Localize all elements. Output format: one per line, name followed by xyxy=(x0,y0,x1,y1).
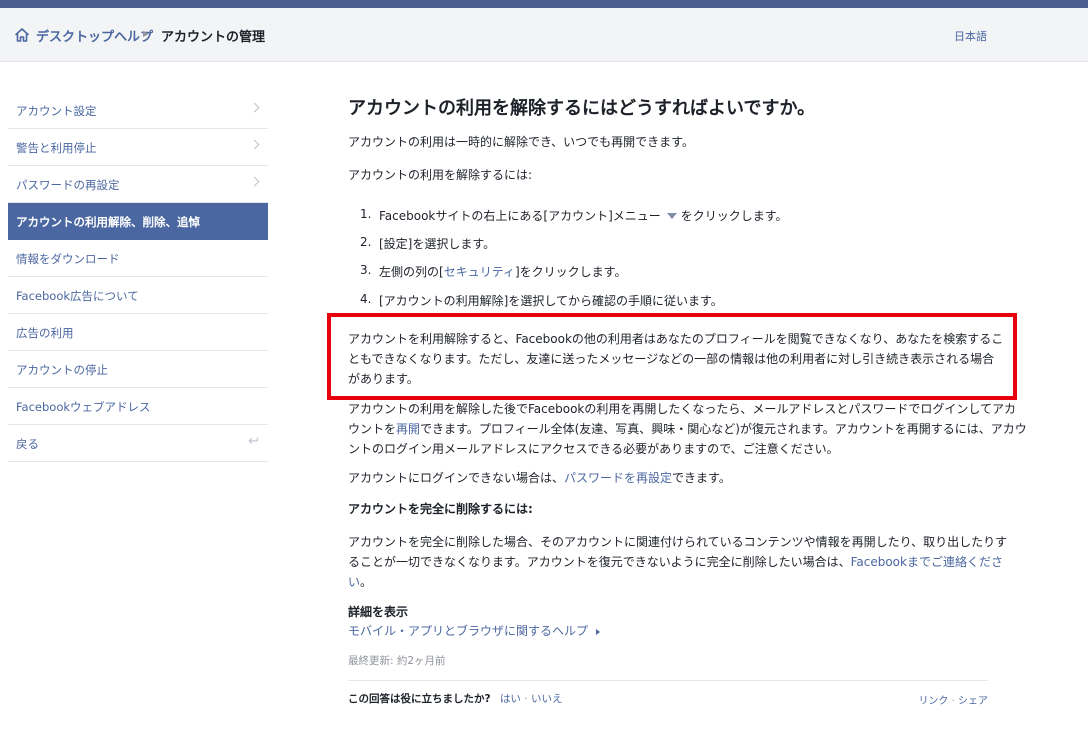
feedback-question: この回答は役に立ちましたか? xyxy=(348,693,491,705)
separator: · xyxy=(951,696,955,707)
share-row: リンク · シェア xyxy=(918,692,988,707)
dropdown-caret-icon xyxy=(666,213,677,219)
chevron-right-icon xyxy=(249,102,260,113)
paragraph-line: ントのログイン用メールアドレスにアクセスできる必要がありますので、ご注意ください… xyxy=(348,442,839,456)
paragraph-text: ることが一切できなくなります。アカウントを復元できないように完全に削除したい場合… xyxy=(348,555,851,569)
highlight-box xyxy=(327,313,1017,400)
paragraph-line: アカウントを完全に削除した場合、そのアカウントに関連付けられているコンテンツや情… xyxy=(348,535,1008,549)
paragraph-text: ウントを xyxy=(348,422,397,436)
sidebar-item-facebook-ads[interactable]: Facebook広告について xyxy=(8,277,268,314)
paragraph-text: できます。プロフィール全体(友達、写真、興味・関心など)が復元されます。アカウン… xyxy=(420,422,1027,436)
step-text: 左側の列の[ xyxy=(379,265,444,279)
sidebar-item-label: Facebookウェブアドレス xyxy=(16,400,151,414)
contact-facebook-link[interactable]: い xyxy=(348,575,360,589)
details-link-row: モバイル・アプリとブラウザに関するヘルプ xyxy=(348,621,601,641)
sidebar-item-account-suspension[interactable]: アカウントの停止 xyxy=(8,351,268,388)
step-number: 2. xyxy=(360,235,372,249)
breadcrumb-account-management[interactable]: アカウントの管理 xyxy=(161,26,265,45)
sidebar-item-deactivate-delete[interactable]: アカウントの利用解除、削除、追悼 xyxy=(8,203,268,240)
help-header: デスクトップヘルプ ▶ アカウントの管理 日本語 xyxy=(0,8,1088,62)
breadcrumb-desktop-help[interactable]: デスクトップヘルプ xyxy=(36,26,153,45)
step-1: Facebookサイトの右上にある[アカウント]メニュー をクリックします。 xyxy=(379,207,788,224)
chevron-right-icon xyxy=(249,176,260,187)
paragraph-line: い。 xyxy=(348,572,1007,592)
sidebar-item-label: Facebook広告について xyxy=(16,289,139,303)
feedback-row: この回答は役に立ちましたか? はい · いいえ xyxy=(348,691,562,706)
sidebar-item-ads-use[interactable]: 広告の利用 xyxy=(8,314,268,351)
reactivate-link[interactable]: 再開 xyxy=(396,422,420,436)
step-4: [アカウントの利用解除]を選択してから確認の手順に従います。 xyxy=(379,294,723,308)
sidebar-item-label: アカウント設定 xyxy=(16,104,97,118)
sidebar-item-label: パスワードの再設定 xyxy=(16,178,120,192)
separator: · xyxy=(524,693,528,705)
sidebar-item-download-info[interactable]: 情報をダウンロード xyxy=(8,240,268,277)
paragraph-line: ウントを再開できます。プロフィール全体(友達、写真、興味・関心など)が復元されま… xyxy=(348,419,1027,439)
step-text: Facebookサイトの右上にある[アカウント]メニュー xyxy=(379,209,661,223)
sidebar-item-label: 情報をダウンロード xyxy=(16,252,120,266)
home-icon[interactable] xyxy=(15,28,29,42)
sidebar-item-web-address[interactable]: Facebookウェブアドレス xyxy=(8,388,268,425)
sidebar-item-label: 警告と利用停止 xyxy=(16,141,97,155)
language-selector[interactable]: 日本語 xyxy=(954,28,987,44)
sidebar-item-password-reset[interactable]: パスワードの再設定 xyxy=(8,166,268,203)
chevron-right-icon xyxy=(249,139,260,150)
details-heading: 詳細を表示 xyxy=(348,605,409,619)
security-link[interactable]: セキュリティ xyxy=(444,265,515,279)
last-updated: 最終更新: 約2ヶ月前 xyxy=(348,655,446,667)
sidebar-item-account-settings[interactable]: アカウント設定 xyxy=(8,92,268,129)
contact-facebook-link[interactable]: Facebookまでご連絡くださ xyxy=(851,555,1003,569)
paragraph-text: アカウントにログインできない場合は、 xyxy=(348,471,565,485)
step-number: 4. xyxy=(360,292,372,306)
share-button[interactable]: シェア xyxy=(958,696,988,707)
paragraph-text: 。 xyxy=(360,575,373,589)
sidebar-item-label: アカウントの利用解除、削除、追悼 xyxy=(16,215,200,229)
sidebar-item-label: アカウントの停止 xyxy=(16,363,108,377)
feedback-yes-link[interactable]: はい xyxy=(500,693,521,705)
link-button[interactable]: リンク xyxy=(918,696,948,707)
sidebar-item-label: 戻る xyxy=(16,437,39,451)
step-number: 1. xyxy=(360,207,372,221)
triangle-right-icon xyxy=(596,628,601,635)
paragraph-line: ることが一切できなくなります。アカウントを復元できないように完全に削除したい場合… xyxy=(348,552,1007,572)
delete-paragraph: アカウントを完全に削除した場合、そのアカウントに関連付けられているコンテンツや情… xyxy=(348,532,1007,592)
sidebar: アカウント設定 警告と利用停止 パスワードの再設定 アカウントの利用解除、削除、… xyxy=(8,92,268,462)
password-paragraph: アカウントにログインできない場合は、パスワードを再設定できます。 xyxy=(348,468,731,488)
paragraph-line: アカウントの利用を解除した後でFacebookの利用を再開したくなったら、メール… xyxy=(348,402,1017,416)
reset-password-link[interactable]: パスワードを再設定 xyxy=(564,471,672,485)
delete-heading: アカウントを完全に削除するには: xyxy=(348,502,533,516)
mobile-apps-help-link[interactable]: モバイル・アプリとブラウザに関するヘルプ xyxy=(348,624,588,638)
reactivate-paragraph: アカウントの利用を解除した後でFacebookの利用を再開したくなったら、メール… xyxy=(348,399,1027,459)
divider xyxy=(348,680,988,681)
top-bar xyxy=(0,0,1088,8)
step-3: 左側の列の[セキュリティ]をクリックします。 xyxy=(379,263,626,280)
sidebar-item-back[interactable]: 戻る ↩ xyxy=(8,425,268,462)
step-text: ]をクリックします。 xyxy=(514,265,627,279)
breadcrumb-separator: ▶ xyxy=(143,29,150,38)
intro-paragraph: アカウントの利用は一時的に解除でき、いつでも再開できます。 xyxy=(348,135,694,149)
sidebar-item-label: 広告の利用 xyxy=(16,326,74,340)
step-2: [設定]を選択します。 xyxy=(379,237,496,251)
step-number: 3. xyxy=(360,263,372,277)
sidebar-item-warnings[interactable]: 警告と利用停止 xyxy=(8,129,268,166)
paragraph-text: できます。 xyxy=(672,471,731,485)
feedback-no-link[interactable]: いいえ xyxy=(531,693,563,705)
steps-intro: アカウントの利用を解除するには: xyxy=(348,168,533,182)
back-arrow-icon: ↩ xyxy=(248,434,259,449)
step-text: をクリックします。 xyxy=(680,209,788,223)
page-title: アカウントの利用を解除するにはどうすればよいですか。 xyxy=(348,98,816,119)
